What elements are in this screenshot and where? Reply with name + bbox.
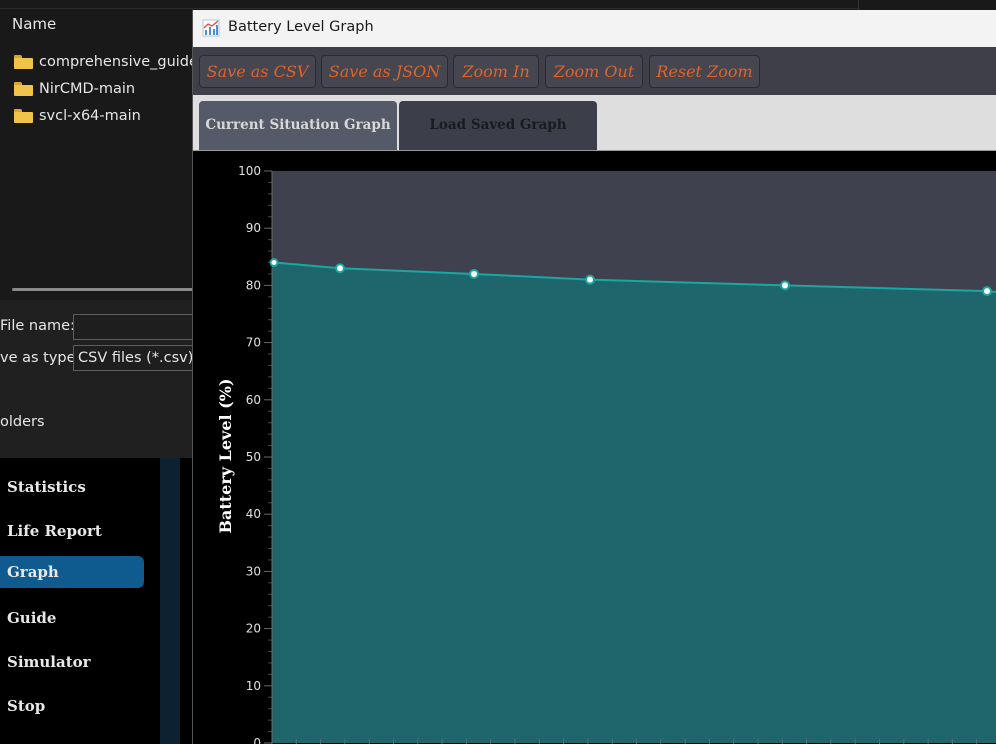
list-item-folder[interactable]: svcl-x64-main [14, 105, 141, 127]
horizontal-scrollbar[interactable] [12, 288, 212, 291]
save-json-button[interactable]: Save as JSON [321, 55, 448, 88]
app-sidebar: Statistics Life Report Graph Guide Simul… [0, 458, 160, 744]
folder-name: NirCMD-main [39, 81, 136, 97]
save-type-label: ve as type: [0, 350, 81, 366]
y-tick-label: 50 [246, 450, 261, 464]
data-point[interactable] [780, 280, 790, 291]
tab-current-situation-graph[interactable]: Current Situation Graph [199, 101, 397, 150]
folder-icon [14, 109, 33, 123]
battery-level-chart-svg: 0 10 20 30 40 50 60 70 80 90 100 Battery Level (%) [216, 164, 996, 744]
sidebar-item-simulator[interactable]: Simulator [0, 646, 144, 678]
y-tick-label: 60 [246, 393, 261, 407]
battery-level-chart: 0 10 20 30 40 50 60 70 80 90 100 Battery Level (%) [193, 151, 996, 744]
list-item-folder[interactable]: NirCMD-main [14, 78, 135, 100]
graph-toolbar: Save as CSV Save as JSON Zoom In Zoom Ou… [193, 47, 996, 95]
zoom-out-button[interactable]: Zoom Out [545, 55, 643, 88]
y-axis-ticks: 0 10 20 30 40 50 60 70 80 90 100 [238, 164, 273, 744]
y-tick-label: 10 [246, 679, 261, 693]
sidebar-item-statistics[interactable]: Statistics [0, 471, 144, 503]
folder-name: comprehensive_guide-r [39, 54, 210, 70]
tab-load-saved-graph[interactable]: Load Saved Graph [399, 101, 597, 150]
y-tick-label: 40 [246, 507, 261, 521]
header-divider [0, 8, 860, 9]
sidebar-item-stop[interactable]: Stop [0, 690, 144, 722]
window-titlebar[interactable]: Battery Level Graph [193, 10, 996, 47]
data-point[interactable] [469, 268, 479, 279]
data-point[interactable] [585, 274, 595, 285]
window-title: Battery Level Graph [228, 19, 374, 35]
y-tick-label: 90 [246, 221, 261, 235]
folder-icon [14, 82, 33, 96]
folder-icon [14, 55, 33, 69]
battery-area-fill [272, 262, 996, 743]
hide-folders-toggle[interactable]: olders [0, 414, 45, 430]
battery-graph-window: Battery Level Graph Save as CSV Save as … [192, 10, 996, 744]
y-tick-label: 100 [238, 164, 261, 178]
data-point[interactable] [269, 258, 279, 268]
y-tick-label: 80 [246, 278, 261, 292]
name-column-header[interactable]: Name [12, 15, 56, 33]
sidebar-edge [160, 458, 180, 744]
y-tick-label: 70 [246, 336, 261, 350]
folder-name: svcl-x64-main [39, 108, 141, 124]
file-name-label: File name: [0, 318, 75, 334]
y-tick-label: 0 [253, 736, 261, 744]
list-item-folder[interactable]: comprehensive_guide-r [14, 51, 209, 73]
y-tick-label: 20 [246, 622, 261, 636]
reset-zoom-button[interactable]: Reset Zoom [649, 55, 760, 88]
chart-app-icon [202, 19, 220, 37]
zoom-in-button[interactable]: Zoom In [453, 55, 539, 88]
save-options-panel: File name: ve as type: CSV files (*.csv)… [0, 300, 213, 458]
sidebar-item-life-report[interactable]: Life Report [0, 515, 144, 547]
data-point[interactable] [335, 263, 345, 274]
save-csv-button[interactable]: Save as CSV [199, 55, 316, 88]
data-point[interactable] [982, 286, 992, 297]
y-axis-label: Battery Level (%) [216, 378, 235, 533]
sidebar-gap [180, 458, 192, 744]
graph-tabs: Current Situation Graph Load Saved Graph [193, 95, 996, 151]
y-tick-label: 30 [246, 564, 261, 578]
sidebar-item-graph[interactable]: Graph [0, 556, 144, 588]
sidebar-item-guide[interactable]: Guide [0, 602, 144, 634]
